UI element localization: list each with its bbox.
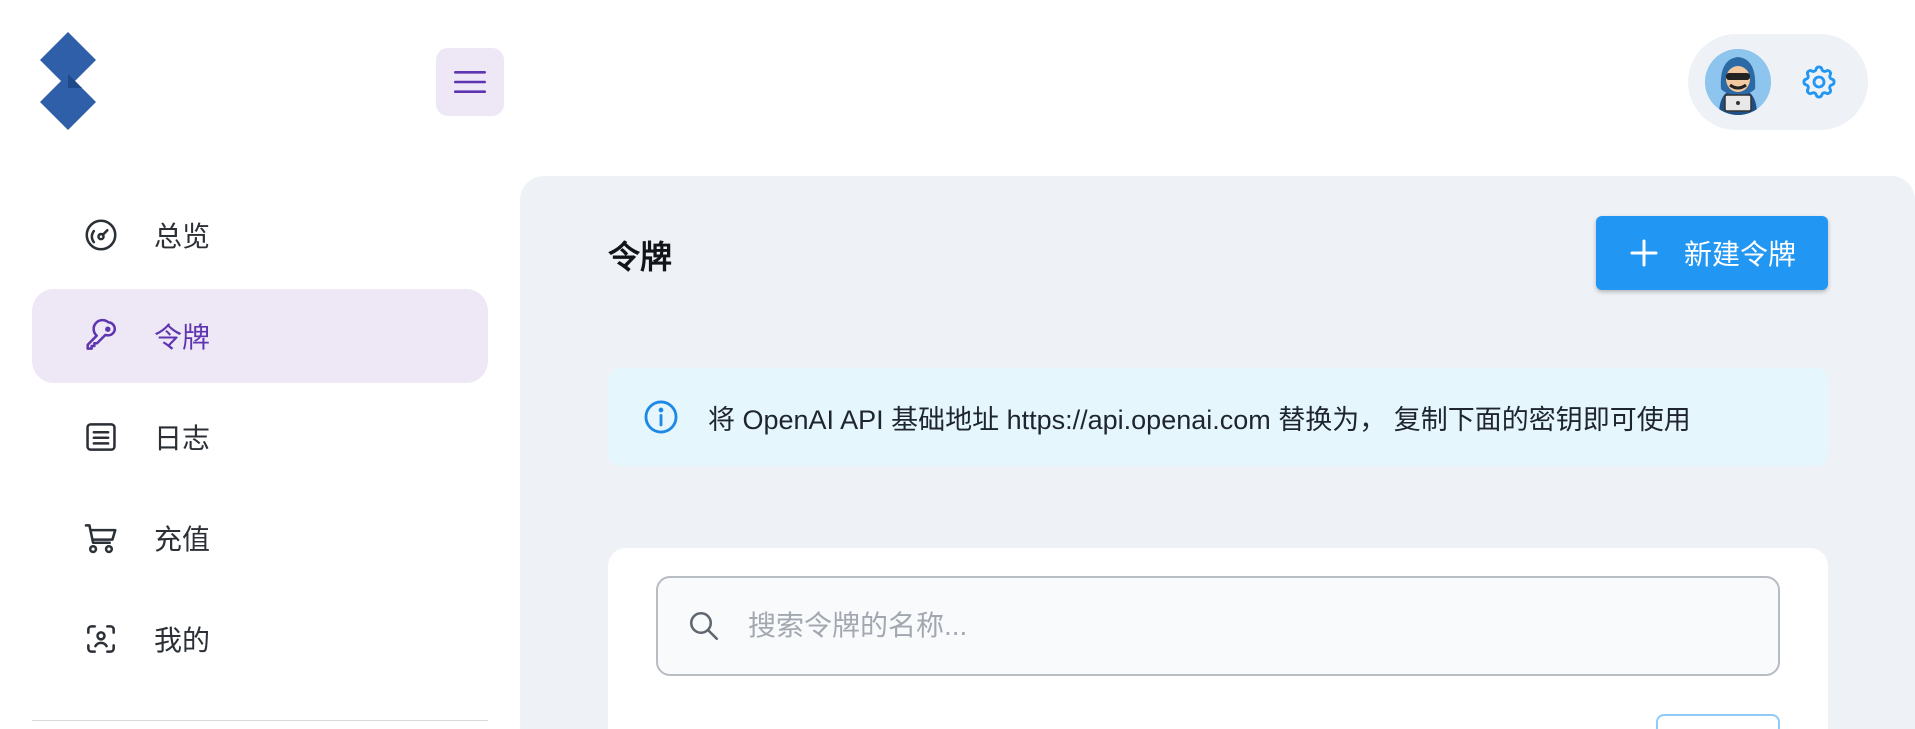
sidebar-item-overview[interactable]: 总览 xyxy=(32,188,488,282)
hamburger-icon xyxy=(454,71,486,93)
key-icon xyxy=(82,317,120,355)
sidebar-divider xyxy=(32,720,488,721)
list-icon xyxy=(82,418,120,456)
sidebar-item-label: 日志 xyxy=(154,423,211,454)
settings-button[interactable] xyxy=(1797,60,1841,104)
search-icon xyxy=(689,611,719,641)
sidebar-item-label: 令牌 xyxy=(154,322,211,353)
app-root: 总览 令牌 日志 充值 我的 令牌 新建令牌 将 OpenAI API 基础地址… xyxy=(0,0,1915,729)
tokens-card xyxy=(608,548,1828,729)
sidebar-item-label: 充值 xyxy=(154,524,211,555)
page-title: 令牌 xyxy=(608,239,673,275)
partial-action-button[interactable] xyxy=(1656,714,1780,729)
sidebar: 总览 令牌 日志 充值 我的 xyxy=(32,188,488,693)
cart-icon xyxy=(82,519,120,557)
search-box[interactable] xyxy=(656,576,1780,676)
sidebar-item-label: 我的 xyxy=(154,625,211,656)
avatar[interactable] xyxy=(1705,49,1771,115)
sidebar-item-logs[interactable]: 日志 xyxy=(32,390,488,484)
app-logo-icon[interactable] xyxy=(40,30,120,135)
sidebar-item-profile[interactable]: 我的 xyxy=(32,592,488,686)
info-alert: 将 OpenAI API 基础地址 https://api.openai.com… xyxy=(608,368,1828,466)
face-scan-icon xyxy=(82,620,120,658)
gear-icon xyxy=(1802,65,1836,99)
info-icon xyxy=(644,400,678,434)
sidebar-item-topup[interactable]: 充值 xyxy=(32,491,488,585)
new-token-button-label: 新建令牌 xyxy=(1684,239,1797,270)
info-alert-text: 将 OpenAI API 基础地址 https://api.openai.com… xyxy=(708,404,1691,435)
search-input[interactable] xyxy=(748,610,1778,642)
sidebar-item-tokens[interactable]: 令牌 xyxy=(32,289,488,383)
profile-section xyxy=(1688,34,1868,130)
main-content: 令牌 新建令牌 将 OpenAI API 基础地址 https://api.op… xyxy=(520,176,1915,729)
plus-icon xyxy=(1630,239,1658,267)
menu-toggle-button[interactable] xyxy=(436,48,504,116)
sidebar-item-label: 总览 xyxy=(154,221,211,252)
dashboard-gauge-icon xyxy=(82,216,120,254)
new-token-button[interactable]: 新建令牌 xyxy=(1596,216,1828,290)
